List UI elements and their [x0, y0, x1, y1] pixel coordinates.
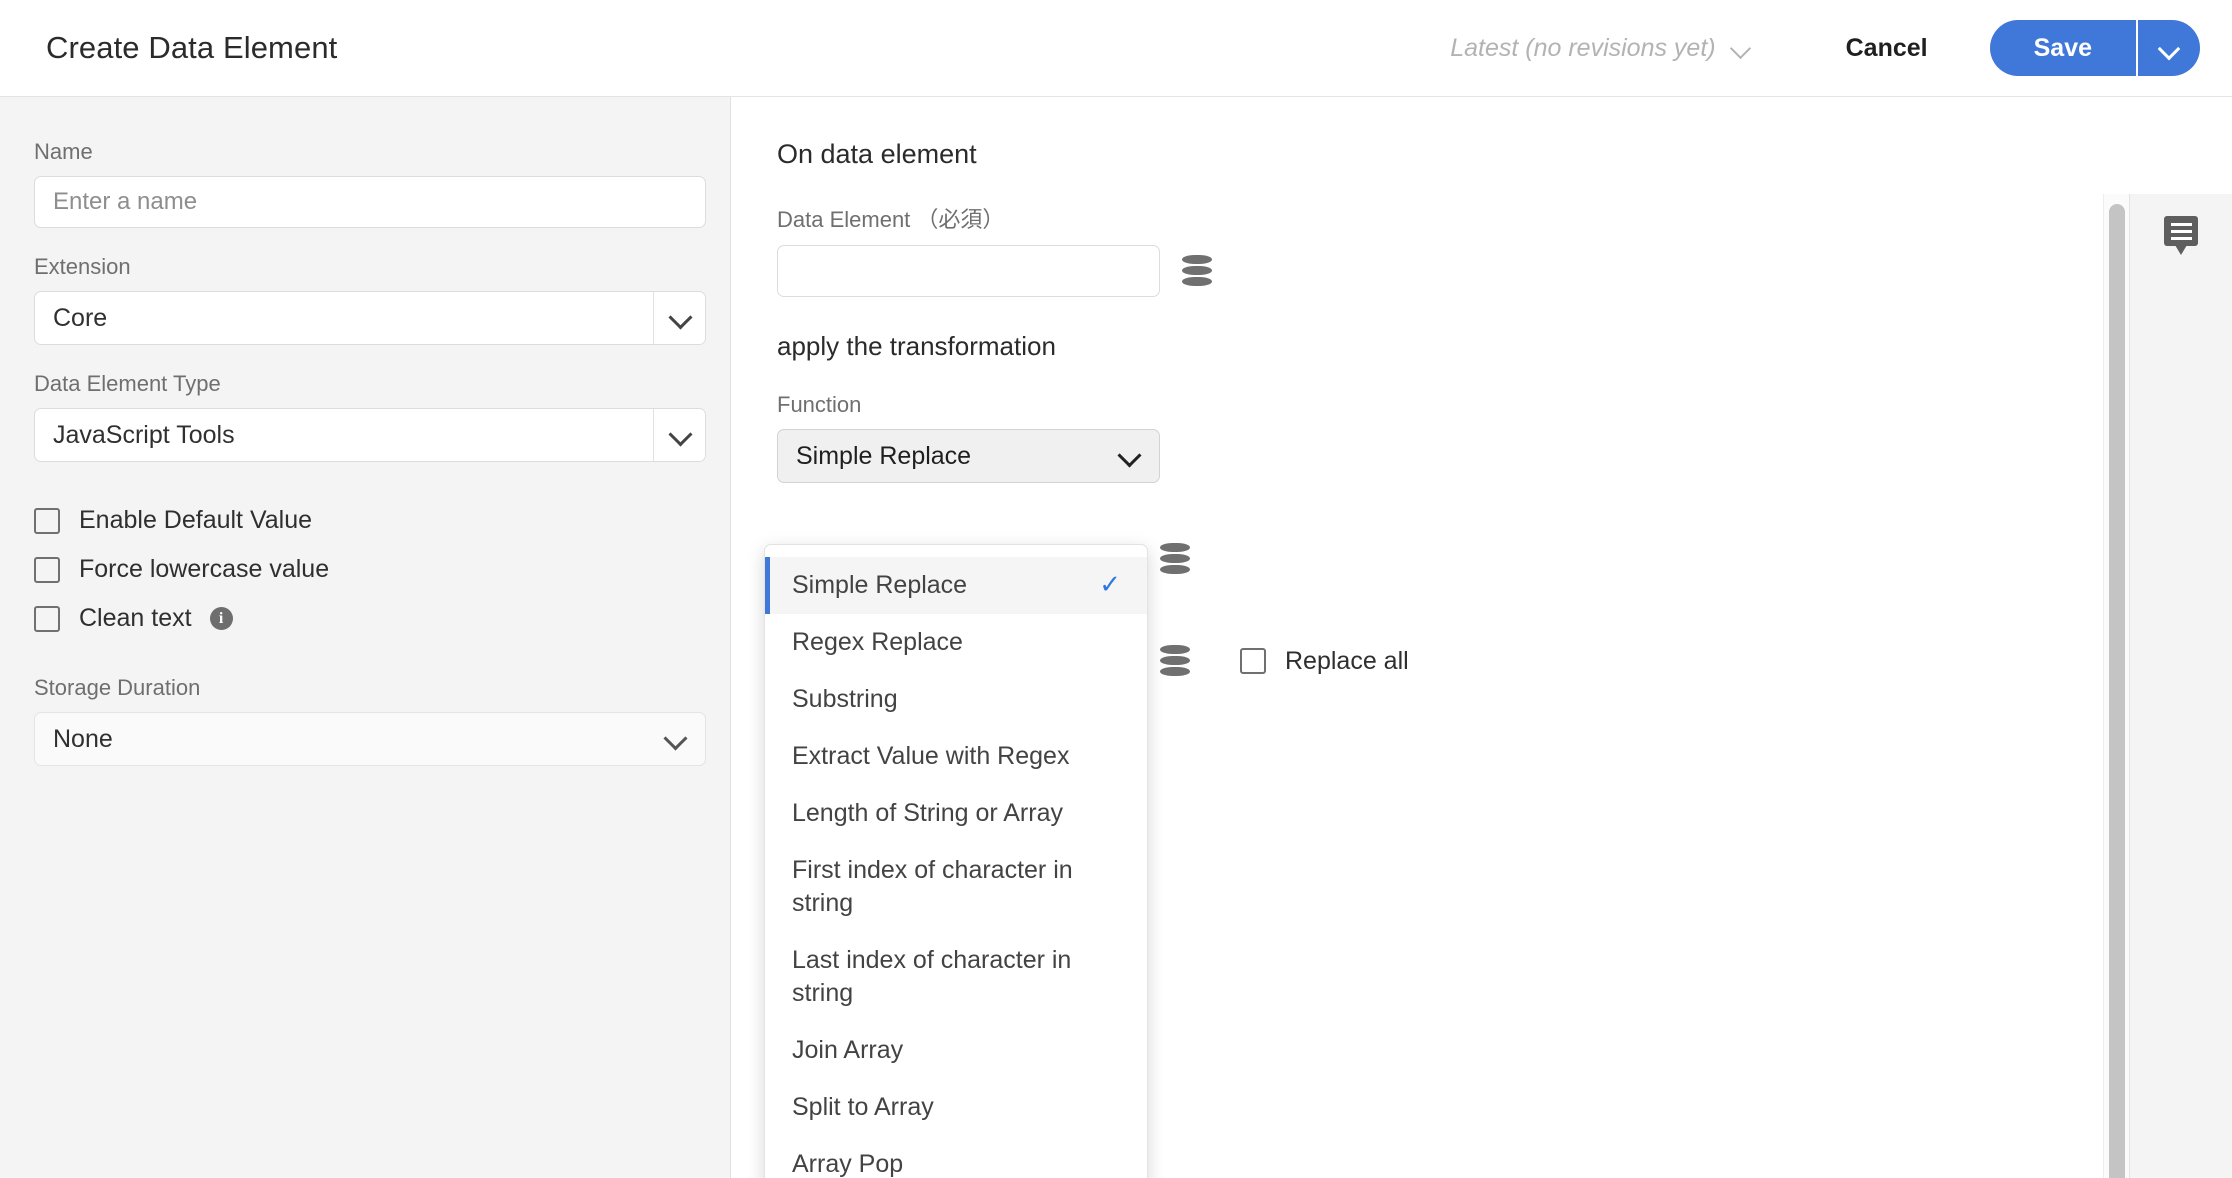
dropdown-item-label: Regex Replace [792, 628, 963, 656]
field-extension: Extension Core [34, 254, 706, 345]
window-header: Create Data Element Latest (no revisions… [0, 0, 2232, 97]
checkbox-label: Replace all [1285, 646, 1409, 675]
chevron-down-icon [668, 306, 692, 330]
section-title: On data element [777, 139, 977, 169]
dropdown-item-length-of-string-or-array[interactable]: Length of String or Array [765, 785, 1147, 842]
checkbox-enable-default-value[interactable]: Enable Default Value [34, 506, 696, 535]
dropdown-item-label: Simple Replace [792, 571, 968, 599]
chevron-down-icon [663, 727, 687, 751]
database-icon[interactable] [1160, 543, 1190, 575]
checkbox-label: Force lowercase value [79, 555, 330, 583]
checkbox-box[interactable] [1240, 648, 1266, 674]
revision-label: Latest (no revisions yet) [1450, 33, 1716, 62]
data-element-type-select[interactable]: JavaScript Tools [34, 408, 706, 462]
checkbox-box[interactable] [34, 507, 60, 534]
data-element-type-value: JavaScript Tools [53, 420, 235, 449]
field-data-element-type: Data Element Type JavaScript Tools [34, 371, 706, 462]
checkbox-box[interactable] [34, 605, 60, 632]
dropdown-item-label: First index of character in string [792, 856, 1073, 917]
dropdown-item-label: Substring [792, 685, 898, 713]
dropdown-item-substring[interactable]: Substring [765, 671, 1147, 728]
dropdown-item-label: Join Array [792, 1036, 904, 1064]
checkbox-label: Enable Default Value [79, 506, 313, 534]
chevron-down-icon [1730, 37, 1752, 59]
field-name: Name [34, 139, 706, 228]
scrollbar-thumb[interactable] [2109, 204, 2125, 1178]
storage-duration-label: Storage Duration [34, 675, 201, 700]
field-storage-duration: Storage Duration None [34, 675, 706, 766]
extension-value: Core [53, 303, 108, 332]
checkbox-replace-all[interactable]: Replace all [1240, 647, 1409, 676]
data-element-row [777, 245, 2232, 297]
checkbox-label: Clean text [79, 604, 192, 632]
dropdown-item-extract-value-with-regex[interactable]: Extract Value with Regex [765, 728, 1147, 785]
save-options-button[interactable] [2138, 20, 2200, 76]
chevron-down-icon [2158, 37, 2180, 59]
header-actions: Latest (no revisions yet) Cancel Save [1444, 20, 2200, 77]
options-checkbox-group: Enable Default Value Force lowercase val… [34, 506, 696, 633]
dropdown-item-join-array[interactable]: Join Array [765, 1022, 1147, 1079]
function-label: Function [777, 392, 862, 417]
data-element-type-label: Data Element Type [34, 371, 221, 396]
dropdown-item-array-pop[interactable]: Array Pop [765, 1136, 1147, 1178]
vertical-scrollbar[interactable] [2103, 194, 2129, 1178]
dropdown-item-split-to-array[interactable]: Split to Array [765, 1079, 1147, 1136]
save-button-group: Save [1989, 20, 2200, 76]
function-value: Simple Replace [796, 441, 972, 470]
dropdown-item-last-index-of-character-in-string[interactable]: Last index of character in string [765, 932, 1147, 1022]
checkbox-force-lowercase-value[interactable]: Force lowercase value [34, 555, 696, 584]
dropdown-item-first-index-of-character-in-string[interactable]: First index of character in string [765, 842, 1147, 932]
checkbox-clean-text[interactable]: Clean text i [34, 604, 696, 633]
data-element-input[interactable] [777, 245, 1160, 297]
info-icon[interactable]: i [209, 607, 233, 630]
window-body: Name Extension Core Data Element Type Ja… [0, 97, 2232, 1178]
storage-duration-select[interactable]: None [34, 712, 706, 766]
page-title: Create Data Element [46, 30, 338, 65]
dropdown-item-label: Last index of character in string [792, 946, 1072, 1007]
right-rail [2129, 194, 2232, 1178]
transformation-text: apply the transformation [777, 331, 1056, 361]
revision-selector[interactable]: Latest (no revisions yet) [1444, 24, 1757, 73]
comment-icon[interactable] [2164, 216, 2198, 255]
save-button[interactable]: Save [1989, 20, 2136, 76]
database-icon[interactable] [1182, 255, 1212, 287]
create-data-element-window: Create Data Element Latest (no revisions… [0, 0, 2232, 1178]
dropdown-item-label: Array Pop [792, 1150, 904, 1178]
database-icon[interactable] [1160, 645, 1190, 677]
chevron-down-icon [1117, 444, 1141, 468]
extension-select[interactable]: Core [34, 291, 706, 345]
function-select[interactable]: Simple Replace [777, 429, 1160, 483]
cancel-button[interactable]: Cancel [1820, 20, 1954, 77]
storage-duration-value: None [53, 724, 113, 753]
check-icon: ✓ [1099, 569, 1121, 599]
function-dropdown-menu[interactable]: Simple Replace ✓ Regex Replace Substring… [764, 544, 1148, 1178]
data-element-type-select-caret[interactable] [653, 409, 705, 461]
extension-label: Extension [34, 254, 131, 279]
chevron-down-icon [668, 423, 692, 447]
name-label: Name [34, 139, 93, 164]
checkbox-box[interactable] [34, 556, 60, 583]
dropdown-item-label: Extract Value with Regex [792, 742, 1070, 770]
dropdown-item-label: Split to Array [792, 1093, 934, 1121]
dropdown-item-regex-replace[interactable]: Regex Replace [765, 614, 1147, 671]
settings-sidebar: Name Extension Core Data Element Type Ja… [0, 97, 731, 1178]
name-input[interactable] [34, 176, 706, 228]
data-element-label: Data Element （必須） [777, 207, 1005, 232]
dropdown-item-label: Length of String or Array [792, 799, 1063, 827]
extension-select-caret[interactable] [653, 292, 705, 344]
dropdown-item-simple-replace[interactable]: Simple Replace ✓ [765, 557, 1147, 614]
